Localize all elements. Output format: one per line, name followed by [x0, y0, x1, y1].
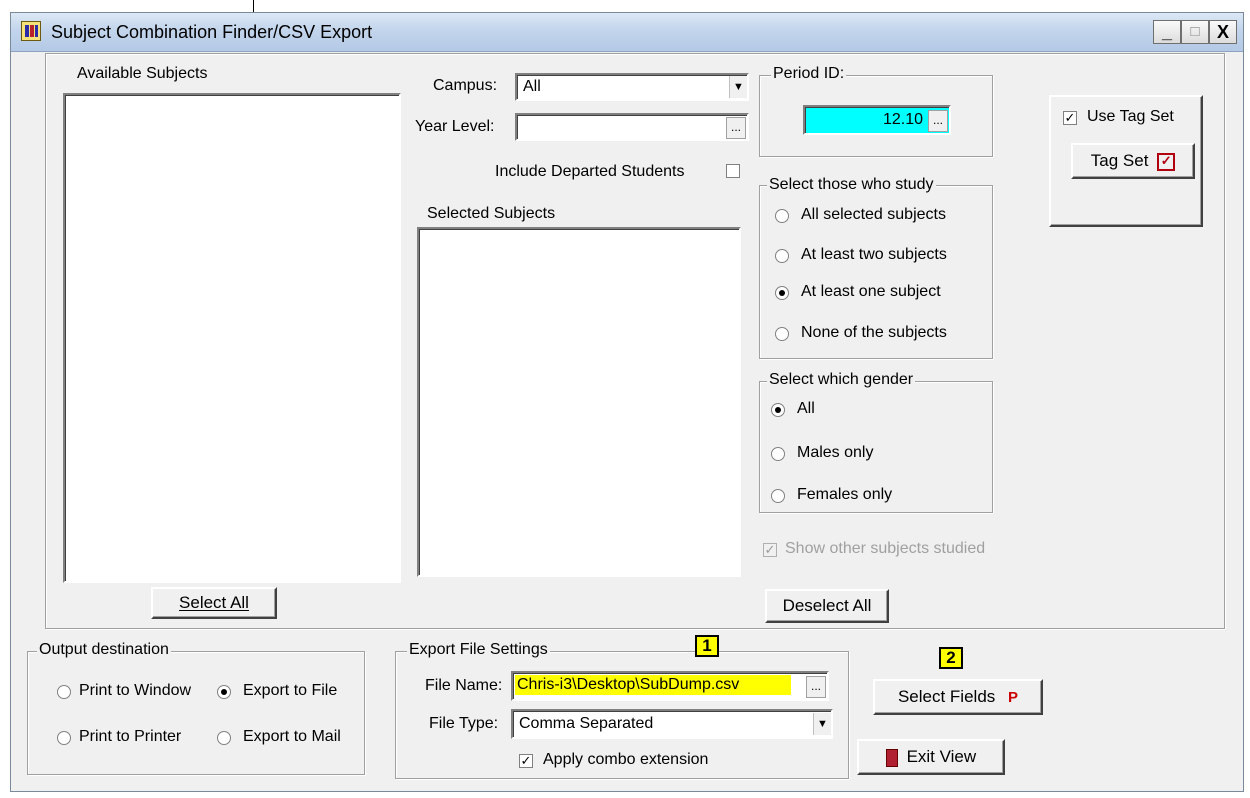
apply-combo-checkbox[interactable]: ✓ [519, 754, 533, 768]
chevron-down-icon[interactable]: ▼ [729, 76, 747, 98]
file-type-value: Comma Separated [519, 715, 654, 732]
app-icon [21, 21, 41, 41]
study-group-label: Select those who study [767, 176, 936, 194]
output-destination-label: Output destination [37, 641, 171, 659]
close-button[interactable]: X [1209, 20, 1237, 44]
year-level-label: Year Level: [415, 118, 495, 135]
show-other-checkbox[interactable]: ✓ [763, 543, 777, 557]
file-type-label: File Type: [429, 715, 499, 732]
show-other-label: Show other subjects studied [785, 540, 986, 557]
title-bar: Subject Combination Finder/CSV Export _ … [11, 13, 1243, 52]
gender-all-label: All [797, 400, 815, 417]
exit-view-button[interactable]: Exit View [857, 739, 1005, 775]
ellipsis-icon[interactable]: ... [726, 117, 746, 139]
minimize-button[interactable]: _ [1153, 20, 1181, 44]
gender-group-label: Select which gender [767, 371, 916, 389]
campus-label: Campus: [433, 77, 498, 94]
include-departed-label: Include Departed Students [495, 163, 685, 180]
select-all-button[interactable]: Select All [151, 587, 277, 619]
file-type-dropdown[interactable]: Comma Separated ▼ [511, 709, 833, 739]
ellipsis-icon[interactable]: ... [928, 110, 948, 132]
chevron-down-icon[interactable]: ▼ [813, 713, 831, 735]
option-at-least-two-label: At least two subjects [801, 246, 947, 263]
tag-set-button[interactable]: Tag Set ✓ [1071, 143, 1195, 179]
export-mail-label: Export to Mail [243, 728, 341, 745]
export-settings-label: Export File Settings [407, 641, 550, 659]
tag-check-icon: ✓ [1157, 152, 1176, 171]
file-name-label: File Name: [425, 677, 503, 694]
annotation-badge-1: 1 [695, 635, 719, 657]
exit-door-icon [885, 748, 898, 767]
selected-subjects-label: Selected Subjects [427, 205, 556, 222]
export-file-label: Export to File [243, 682, 338, 699]
option-all-selected-label: All selected subjects [801, 206, 946, 223]
selected-subjects-list[interactable] [417, 227, 741, 577]
radio-print-printer[interactable] [57, 731, 71, 745]
top-edge-line [253, 0, 254, 12]
print-window-label: Print to Window [79, 682, 192, 699]
ellipsis-icon[interactable]: ... [806, 676, 826, 698]
campus-value: All [523, 78, 541, 95]
deselect-all-button[interactable]: Deselect All [765, 589, 889, 623]
radio-none[interactable] [775, 327, 789, 341]
radio-export-mail[interactable] [217, 731, 231, 745]
print-printer-label: Print to Printer [79, 728, 182, 745]
option-at-least-one-label: At least one subject [801, 283, 941, 300]
radio-males-only[interactable] [771, 447, 785, 461]
available-subjects-list[interactable] [63, 93, 401, 583]
period-id-label: Period ID: [771, 65, 847, 83]
radio-at-least-two[interactable] [775, 249, 789, 263]
use-tag-set-label: Use Tag Set [1087, 108, 1174, 125]
period-id-value: 12.10 [882, 111, 923, 128]
available-subjects-label: Available Subjects [77, 65, 208, 82]
option-none-label: None of the subjects [801, 324, 947, 341]
select-fields-badge: P [1008, 689, 1019, 706]
males-only-label: Males only [797, 444, 874, 461]
app-window: Subject Combination Finder/CSV Export _ … [10, 12, 1244, 792]
window-title: Subject Combination Finder/CSV Export [51, 22, 373, 42]
file-name-value: Chris-i3\Desktop\SubDump.csv [515, 675, 791, 695]
radio-females-only[interactable] [771, 489, 785, 503]
radio-print-window[interactable] [57, 685, 71, 699]
radio-at-least-one[interactable] [775, 286, 789, 300]
year-level-field[interactable]: ... [515, 113, 749, 141]
females-only-label: Females only [797, 486, 893, 503]
radio-export-file[interactable] [217, 685, 231, 699]
annotation-badge-2: 2 [939, 647, 963, 669]
campus-dropdown[interactable]: All ▼ [515, 73, 749, 101]
include-departed-checkbox[interactable] [726, 164, 740, 178]
output-destination-group [27, 651, 365, 775]
select-fields-button[interactable]: Select Fields P [873, 679, 1043, 715]
maximize-button[interactable]: □ [1181, 20, 1209, 44]
radio-gender-all[interactable] [771, 403, 785, 417]
apply-combo-label: Apply combo extension [543, 751, 709, 768]
radio-all-selected[interactable] [775, 209, 789, 223]
period-id-field[interactable]: 12.10 ... [803, 105, 951, 135]
file-name-field[interactable]: Chris-i3\Desktop\SubDump.csv ... [511, 671, 829, 701]
use-tag-set-checkbox[interactable]: ✓ [1063, 111, 1077, 125]
